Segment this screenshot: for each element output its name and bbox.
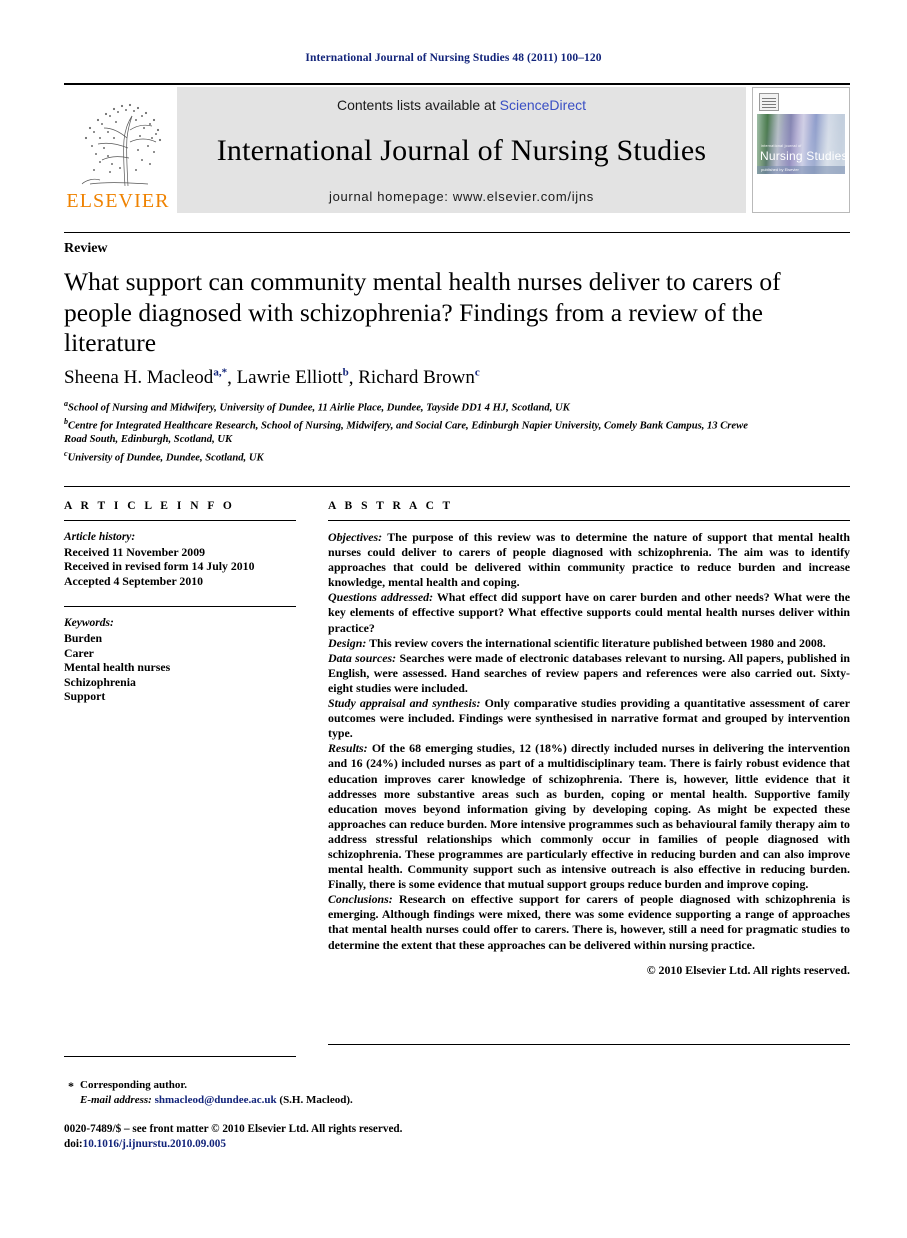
abstract-section-text: The purpose of this review was to determ… [328, 530, 850, 590]
abstract-section-label: Objectives: [328, 530, 383, 544]
abstract-top-rule [64, 486, 850, 487]
elsevier-wordmark: ELSEVIER [66, 190, 170, 212]
abstract-bottom-rule [328, 1044, 850, 1045]
abstract-column: A B S T R A C T Objectives: The purpose … [328, 500, 850, 978]
masthead-center-panel: Contents lists available at ScienceDirec… [177, 87, 746, 213]
email-owner: (S.H. Macleod). [279, 1093, 353, 1106]
history-item: Received 11 November 2009 [64, 544, 205, 559]
abstract-body: Objectives: The purpose of this review w… [328, 530, 850, 978]
doi-label: doi: [64, 1138, 83, 1150]
author-entry: Richard Brownc [358, 367, 480, 388]
keyword-item: Burden [64, 630, 103, 645]
author-affiliation-marker: a,* [213, 367, 228, 379]
abstract-section-text: Of the 68 emerging studies, 12 (18%) dir… [328, 741, 850, 892]
keyword-item: Mental health nurses [64, 660, 171, 675]
author-separator: , [227, 367, 237, 389]
issn-line: 0020-7489/$ – see front matter © 2010 El… [64, 1123, 403, 1135]
article-history-block: Article history: Received 11 November 20… [64, 530, 296, 588]
corresponding-author-footnote: * Corresponding author. E-mail address: … [68, 1078, 550, 1108]
abstract-section-label: Data sources: [328, 650, 397, 665]
author-affiliation-marker: c [474, 367, 480, 379]
cover-elsevier-mini-logo-icon [759, 93, 779, 111]
keywords-block: Keywords: Burden Carer Mental health nur… [64, 606, 296, 704]
affiliation-item: bCentre for Integrated Healthcare Resear… [64, 415, 764, 447]
article-type-label: Review [64, 241, 108, 256]
abstract-section: Design: This review covers the internati… [328, 636, 850, 651]
history-item: Received in revised form 14 July 2010 [64, 559, 255, 574]
article-info-rule [64, 520, 296, 521]
keyword-item: Carer [64, 645, 94, 660]
contents-prefix-text: Contents lists available at [336, 97, 500, 113]
author-name: Sheena H. Macleod [64, 367, 214, 389]
author-list: Sheena H. Macleoda,*, Lawrie Elliottb, R… [64, 367, 854, 389]
footer-issn-block: 0020-7489/$ – see front matter © 2010 El… [64, 1122, 402, 1152]
doi-link[interactable]: 10.1016/j.ijnurstu.2010.09.005 [83, 1138, 226, 1150]
affiliation-list: aSchool of Nursing and Midwifery, Univer… [64, 397, 764, 465]
author-name: Richard Brown [358, 367, 475, 389]
journal-title: International Journal of Nursing Studies [216, 134, 707, 167]
abstract-section: Study appraisal and synthesis: Only comp… [328, 696, 850, 741]
journal-masthead: ELSEVIER Contents lists available at Sci… [64, 83, 850, 213]
header-divider-rule [64, 232, 850, 233]
abstract-section: Results: Of the 68 emerging studies, 12 … [328, 741, 850, 892]
affiliation-text: University of Dundee, Dundee, Scotland, … [67, 452, 264, 464]
email-link[interactable]: shmacleod@dundee.ac.uk [155, 1094, 277, 1106]
running-head: International Journal of Nursing Studies… [305, 52, 602, 64]
abstract-section: Data sources: Searches were made of elec… [328, 651, 850, 696]
affiliation-item: cUniversity of Dundee, Dundee, Scotland,… [64, 447, 764, 465]
article-title: What support can community mental health… [64, 267, 781, 357]
abstract-section: Questions addressed: What effect did sup… [328, 590, 850, 635]
elsevier-tree-icon [81, 103, 162, 187]
author-name: Lawrie Elliott [236, 367, 343, 389]
history-item: Accepted 4 September 2010 [64, 573, 204, 588]
email-line: E-mail address: shmacleod@dundee.ac.uk (… [80, 1093, 550, 1108]
abstract-rule [328, 520, 850, 521]
abstract-section-text: Research on effective support for carers… [328, 892, 850, 952]
affiliation-item: aSchool of Nursing and Midwifery, Univer… [64, 397, 764, 415]
cover-large-caption: Nursing Studies [760, 149, 848, 163]
abstract-section-label: Study appraisal and synthesis: [328, 696, 481, 711]
affiliation-text: Centre for Integrated Healthcare Researc… [64, 420, 748, 446]
keyword-item: Support [64, 689, 106, 704]
keywords-rule [64, 606, 296, 608]
affiliation-text: School of Nursing and Midwifery, Univers… [68, 402, 570, 414]
author-separator: , [348, 367, 359, 389]
email-label: E-mail address: [80, 1093, 152, 1106]
author-entry: Lawrie Elliottb [237, 367, 349, 388]
corresponding-author-marker: * [68, 1079, 74, 1093]
article-history-label: Article history: [64, 531, 136, 543]
abstract-section-label: Results: [328, 741, 368, 756]
abstract-section-label: Conclusions: [328, 892, 393, 907]
abstract-section: Objectives: The purpose of this review w… [328, 530, 850, 590]
cover-band-text: published by Elsevier [761, 167, 799, 172]
sciencedirect-link[interactable]: ScienceDirect [500, 97, 586, 113]
elsevier-logo: ELSEVIER [64, 87, 172, 213]
author-entry: Sheena H. Macleoda,* [64, 367, 227, 388]
info-column-bottom-rule [64, 1056, 296, 1057]
journal-cover-thumbnail: international journal of Nursing Studies… [752, 87, 850, 213]
abstract-section: Conclusions: Research on effective suppo… [328, 892, 850, 952]
abstract-section-text: Searches were made of electronic databas… [328, 650, 850, 695]
corresponding-author-text: Corresponding author. [80, 1079, 187, 1091]
abstract-heading: A B S T R A C T [328, 500, 454, 512]
journal-homepage-line[interactable]: journal homepage: www.elsevier.com/ijns [329, 189, 594, 204]
keyword-item: Schizophrenia [64, 674, 136, 689]
abstract-section-label: Design: [328, 635, 367, 650]
abstract-section-label: Questions addressed: [328, 590, 434, 605]
doi-line: doi:10.1016/j.ijnurstu.2010.09.005 [64, 1137, 402, 1152]
abstract-copyright: © 2010 Elsevier Ltd. All rights reserved… [646, 962, 850, 977]
paper-page: International Journal of Nursing Studies… [0, 0, 907, 1238]
article-info-heading: A R T I C L E I N F O [64, 500, 235, 512]
cover-small-caption: international journal of [761, 144, 802, 148]
abstract-section-text: This review covers the international sci… [369, 635, 826, 650]
contents-available-line: Contents lists available at ScienceDirec… [337, 97, 586, 113]
cover-publisher-band: published by Elsevier [757, 166, 845, 174]
article-info-column: A R T I C L E I N F O Article history: R… [64, 500, 296, 704]
keywords-label: Keywords: [64, 617, 114, 630]
